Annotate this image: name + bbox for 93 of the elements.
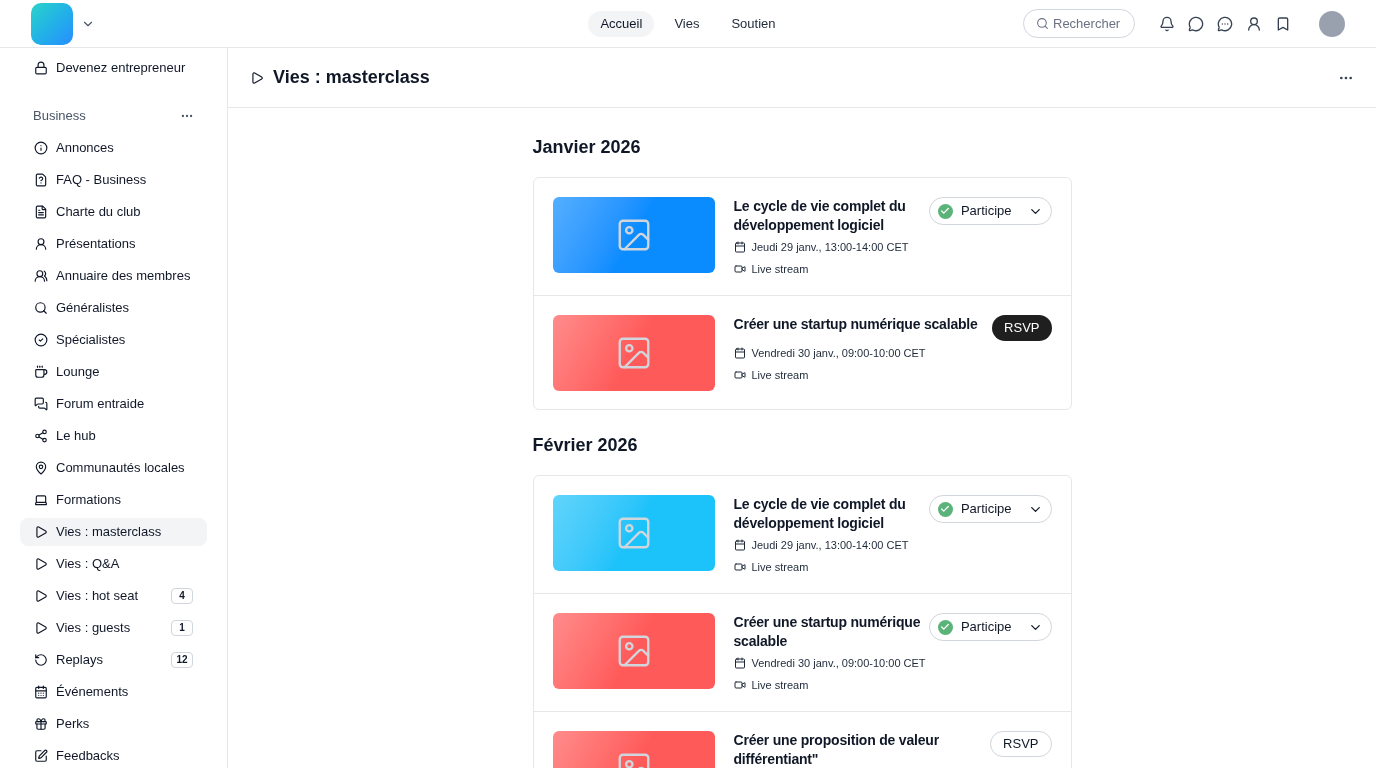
bell-icon[interactable] [1159,15,1175,32]
sidebar-item[interactable]: Feedbacks [20,741,207,768]
sidebar-item[interactable]: FAQ - Business [20,165,207,194]
event-date: Vendredi 30 janv., 09:00-10:00 CET [751,656,926,671]
chat-bubbles-icon [34,396,48,411]
video-camera-icon [733,368,746,381]
chat-bubble-icon[interactable] [1188,15,1204,32]
lock-icon [34,61,48,75]
play-icon [34,620,48,635]
event-title[interactable]: Créer une proposition de valeur différentiant" [733,731,983,768]
rsvp-button[interactable]: RSVP [990,731,1052,757]
count-badge: 4 [171,587,193,604]
replay-icon [34,652,48,667]
sidebar-item[interactable]: Vies : masterclass [20,517,207,546]
search-icon [1036,17,1049,30]
event-title[interactable]: Créer une startup numérique scalable [733,613,921,651]
calendar-icon [34,684,48,699]
sidebar-item[interactable]: Formations [20,485,207,514]
play-icon [34,556,48,571]
people-icon [34,268,48,283]
event-title[interactable]: Le cycle de vie complet du développement logiciel [733,197,921,235]
calendar-icon [733,347,746,360]
event-date: Jeudi 29 janv., 13:00-14:00 CET [751,240,909,255]
video-camera-icon [733,560,746,573]
attending-dropdown[interactable]: Participe [928,613,1052,641]
event-title[interactable]: Créer une startup numérique scalable [733,315,985,334]
sidebar-item[interactable]: Le hub [20,421,207,450]
play-icon [250,70,264,85]
sidebar-item[interactable]: Événements [20,677,207,706]
mug-icon [34,364,48,379]
sidebar-item[interactable]: Vies : Q&A [20,549,207,578]
gift-icon [34,716,48,731]
event-location: Live stream [751,559,809,575]
video-camera-icon [733,262,746,275]
event-row[interactable]: Créer une startup numérique scalable Participe Vendredi 30 janv., 09:00-10:00 CET Live stream [533,593,1071,711]
sidebar-item[interactable]: Vies : hot seat 4 [20,581,207,610]
share-icon [34,428,48,443]
nav-tab[interactable]: Soutien [719,10,788,37]
calendar-icon [733,657,746,670]
play-icon [34,588,48,603]
event-row[interactable]: Le cycle de vie complet du développement logiciel Participe Jeudi 29 janv., 13:00-14:00 CET Live stream [533,476,1071,593]
page-title: Vies : masterclass [273,66,431,89]
question-icon [34,172,48,187]
section-title: Business [33,107,86,125]
event-location: Live stream [751,677,809,693]
count-badge: 12 [171,651,193,668]
count-badge: 1 [171,619,193,636]
event-row[interactable]: Créer une startup numérique scalable RSVP Vendredi 30 janv., 09:00-10:00 CET Live stream [533,295,1071,409]
sidebar-item[interactable]: Annonces [20,133,207,162]
search-input[interactable]: Rechercher [1053,13,1122,34]
sidebar-item[interactable]: Forum entraide [20,389,207,418]
nav-tab[interactable]: Accueil [588,10,655,37]
calendar-icon [733,241,746,254]
video-camera-icon [733,678,746,691]
sidebar-item[interactable]: Charte du club [20,197,207,226]
sidebar-item[interactable]: Spécialistes [20,325,207,354]
attending-dropdown[interactable]: Participe [928,495,1052,523]
event-location: Live stream [751,367,809,383]
month-heading: Février 2026 [532,434,639,457]
message-icon[interactable] [1217,15,1233,32]
event-title[interactable]: Le cycle de vie complet du développement logiciel [733,495,921,533]
event-row[interactable]: Créer une proposition de valeur différentiant" RSVP [533,711,1071,768]
sidebar-item[interactable]: Vies : guests 1 [20,613,207,642]
sidebar-item[interactable]: Perks [20,709,207,738]
sidebar-item[interactable]: Annuaire des membres [20,261,207,290]
search-icon [34,300,48,315]
document-icon [34,204,48,219]
sidebar-item[interactable]: Devenez entrepreneur [20,58,207,78]
event-row[interactable]: Le cycle de vie complet du développement logiciel Participe Jeudi 29 janv., 13:00-14:00 CET Live stream [533,178,1071,295]
map-pin-icon [34,460,48,475]
community-logo[interactable] [31,2,73,45]
sidebar-item[interactable]: Lounge [20,357,207,386]
edit-icon [34,748,48,763]
bookmark-icon[interactable] [1275,15,1291,32]
month-heading: Janvier 2026 [532,136,642,159]
sidebar-item[interactable]: Communautés locales [20,453,207,482]
sidebar-item[interactable]: Replays 12 [20,645,207,674]
attending-dropdown[interactable]: Participe [928,197,1052,225]
rsvp-button[interactable]: RSVP [992,315,1052,341]
person-icon[interactable] [1246,15,1262,32]
sidebar-item[interactable]: Généralistes [20,293,207,322]
check-circle-icon [34,332,48,347]
info-icon [34,140,48,155]
event-date: Vendredi 30 janv., 09:00-10:00 CET [751,346,926,361]
sidebar-item[interactable]: Présentations [20,229,207,258]
avatar[interactable] [1319,10,1345,37]
person-icon [34,236,48,251]
event-date: Jeudi 29 janv., 13:00-14:00 CET [751,538,909,553]
event-location: Live stream [751,261,809,277]
laptop-icon [34,492,48,507]
calendar-icon [733,539,746,552]
play-icon [34,524,48,539]
nav-tab[interactable]: Vies [662,10,712,37]
